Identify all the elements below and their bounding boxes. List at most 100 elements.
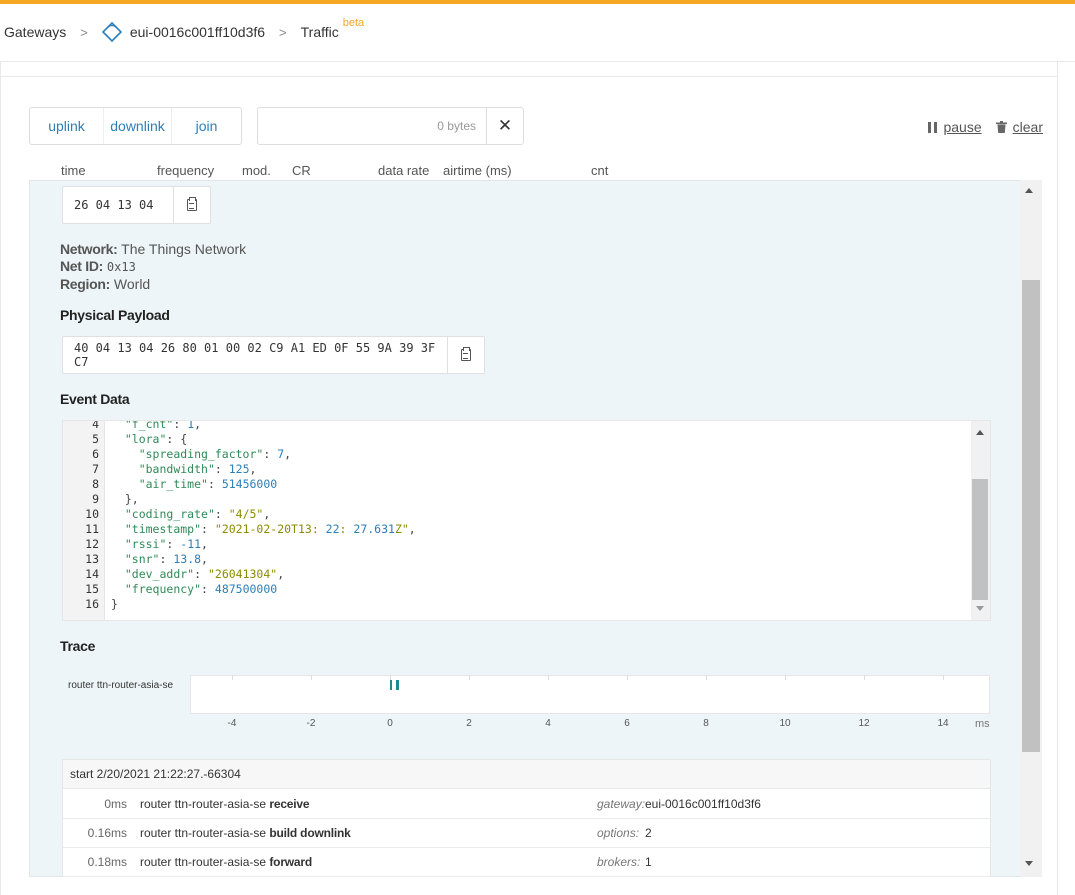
axis-gridline xyxy=(627,675,628,680)
code-text: "snr": 13.8, xyxy=(124,552,208,566)
code-text: }, xyxy=(111,492,139,506)
code-text: "coding_rate": "4/5", xyxy=(124,507,271,521)
code-text: "lora": { xyxy=(124,432,188,446)
event-source: router ttn-router-asia-se receive xyxy=(140,797,310,811)
clipboard-icon xyxy=(461,347,471,361)
axis-tick-label: -2 xyxy=(306,718,316,729)
netid-label: Net ID: xyxy=(60,258,104,274)
event-key: brokers: xyxy=(597,855,641,869)
clear-button[interactable]: clear xyxy=(995,119,1043,135)
axis-gridline xyxy=(706,675,707,680)
gateway-icon xyxy=(101,22,122,42)
axis-tick-label: -4 xyxy=(227,718,237,729)
line-number: 8 xyxy=(92,477,99,491)
column-coding-rate: CR xyxy=(292,163,311,178)
column-data-rate: data rate xyxy=(378,163,430,178)
column-time: time xyxy=(61,163,86,178)
scroll-down-icon[interactable] xyxy=(1025,861,1033,866)
pause-icon xyxy=(928,121,938,133)
breadcrumb-gateway-id[interactable]: eui-0016c001ff10d3f6 xyxy=(130,24,265,40)
code-text: } xyxy=(111,597,118,611)
axis-tick-label: 4 xyxy=(545,718,551,729)
code-text: "timestamp": "2021-02-20T13: 22: 27.631Z… xyxy=(124,522,416,536)
axis-gridline xyxy=(311,675,312,680)
column-modulation: mod. xyxy=(242,163,271,178)
clear-label: clear xyxy=(1012,119,1043,135)
network-label: Network: xyxy=(60,241,118,257)
event-action: forward xyxy=(269,855,312,869)
code-text: "dev_addr": "26041304", xyxy=(124,567,285,581)
network-value: The Things Network xyxy=(121,241,247,257)
trace-start: start 2/20/2021 21:22:27.-66304 xyxy=(63,760,990,789)
payload-filter-input[interactable]: 0 bytes xyxy=(258,108,486,144)
stream-controls: pause clear xyxy=(928,119,1043,135)
event-data-editor[interactable]: 4 "f_cnt": 1, 5 "lora": {6 "spreading_fac… xyxy=(62,420,991,621)
axis-tick-label: 12 xyxy=(858,718,870,729)
table-header: time frequency mod. CR data rate airtime… xyxy=(0,163,1000,179)
line-number: 14 xyxy=(85,567,99,581)
trash-icon xyxy=(995,121,1007,133)
scroll-up-icon[interactable] xyxy=(1025,188,1033,193)
breadcrumb: Gateways > eui-0016c001ff10d3f6 > Traffi… xyxy=(0,4,1075,60)
line-number: 13 xyxy=(85,552,99,566)
breadcrumb-gateways[interactable]: Gateways xyxy=(4,24,66,40)
trace-unit: ms xyxy=(975,718,990,730)
close-icon[interactable]: ✕ xyxy=(486,108,523,144)
line-number: 12 xyxy=(85,537,99,551)
axis-gridline xyxy=(785,675,786,680)
event-time: 0ms xyxy=(104,797,127,811)
event-value: eui-0016c001ff10d3f6 xyxy=(645,797,761,811)
line-number: 7 xyxy=(92,462,99,476)
beta-badge: beta xyxy=(342,17,365,29)
payload-filter: 0 bytes ✕ xyxy=(257,107,524,145)
editor-scrollbar-thumb[interactable] xyxy=(972,479,988,600)
filter-join-button[interactable]: join xyxy=(171,108,241,144)
copy-button[interactable] xyxy=(173,187,210,223)
axis-gridline xyxy=(943,675,944,680)
scroll-up-icon[interactable] xyxy=(976,430,984,435)
code-text: "rssi": -11, xyxy=(124,537,208,551)
axis-tick-label: 0 xyxy=(387,718,393,729)
scroll-down-icon[interactable] xyxy=(976,606,984,611)
axis-gridline xyxy=(469,675,470,680)
line-number: 4 xyxy=(92,420,99,431)
netid-value: 0x13 xyxy=(106,260,136,274)
dev-addr-value: 26 04 13 04 xyxy=(74,198,154,212)
event-data-title: Event Data xyxy=(60,391,130,407)
trace-events-table: start 2/20/2021 21:22:27.-66304 0ms route… xyxy=(62,759,991,877)
event-action: build downlink xyxy=(269,826,351,840)
code-text: "air_time": 51456000 xyxy=(138,477,278,491)
region-label: Region: xyxy=(60,276,111,292)
filter-uplink-button[interactable]: uplink xyxy=(30,108,103,144)
column-airtime: airtime (ms) xyxy=(443,163,512,178)
code-text: "f_cnt": 1, xyxy=(124,420,202,431)
table-row: 0ms router ttn-router-asia-se receive gate… xyxy=(63,790,990,819)
chevron-right-icon: > xyxy=(279,24,287,40)
trace-timeline xyxy=(190,675,990,714)
line-number: 6 xyxy=(92,447,99,461)
filter-downlink-button[interactable]: downlink xyxy=(103,108,171,144)
pause-label: pause xyxy=(943,119,982,135)
region-value: World xyxy=(113,276,151,292)
line-number: 5 xyxy=(92,432,99,446)
event-source: router ttn-router-asia-se build downlink xyxy=(140,826,351,840)
event-source: router ttn-router-asia-se forward xyxy=(140,855,312,869)
axis-tick-label: 14 xyxy=(937,718,949,729)
axis-tick-label: 2 xyxy=(466,718,472,729)
line-number: 10 xyxy=(85,507,99,521)
chevron-right-icon: > xyxy=(80,24,88,40)
axis-gridline xyxy=(548,675,549,680)
detail-scrollbar-thumb[interactable] xyxy=(1022,280,1040,752)
dev-addr-field: 26 04 13 04 xyxy=(62,186,211,224)
event-key: gateway: xyxy=(597,797,646,811)
line-number: 16 xyxy=(85,597,99,611)
divider xyxy=(0,76,1058,77)
pause-button[interactable]: pause xyxy=(928,119,982,135)
netid-info: Net ID: 0x13 xyxy=(60,258,136,274)
axis-tick-label: 8 xyxy=(703,718,709,729)
event-action: receive xyxy=(269,797,310,811)
copy-button[interactable] xyxy=(447,337,484,373)
event-key: options: xyxy=(597,826,640,840)
breadcrumb-traffic: Traffic xyxy=(300,24,339,40)
payload-field: 40 04 13 04 26 80 01 00 02 C9 A1 ED 0F 5… xyxy=(62,336,485,374)
